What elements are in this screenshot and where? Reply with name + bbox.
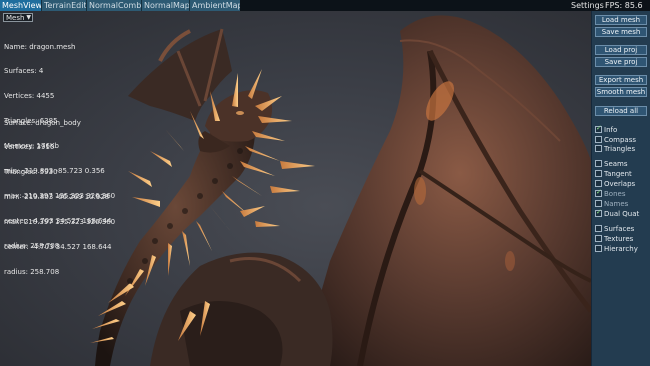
surface-info-line: Surface: dragon_body — [4, 118, 81, 127]
bones-checkbox[interactable]: ✓ Bones — [595, 187, 626, 199]
3d-viewport[interactable]: Mesh ▼ Name: dragon.mesh Surfaces: 4 Ver… — [0, 11, 591, 366]
checkbox-label: Triangles — [604, 145, 636, 153]
checkbox-label: Tangent — [604, 170, 632, 178]
surface-info-line: Vertices: 3910 — [4, 143, 55, 152]
checkbox-box: ✓ — [595, 123, 602, 133]
check-mark-icon: ✓ — [596, 123, 602, 132]
save-proj-button[interactable]: Save proj — [595, 57, 647, 67]
tab-meshviewer[interactable]: MeshViewer — [0, 0, 41, 11]
fps-readout: FPS: 85.6 — [605, 1, 643, 10]
tab-normalcombiner[interactable]: NormalCombiner — [86, 0, 141, 11]
load-proj-button[interactable]: Load proj — [595, 45, 647, 55]
checkbox-box — [595, 224, 602, 232]
surface-info-line: max: 210.397 135.323 326.360 — [4, 218, 116, 227]
mesh-dropdown-value: Mesh — [6, 14, 25, 22]
reload-all-button[interactable]: Reload all — [595, 106, 647, 116]
hierarchy-checkbox[interactable]: Hierarchy — [595, 244, 638, 254]
check-mark-icon: ✓ — [596, 187, 602, 196]
textures-checkbox[interactable]: Textures — [595, 234, 634, 244]
surface-info-line: center: -4.703 34.527 168.644 — [4, 243, 112, 252]
checkbox-box: ✓ — [595, 207, 602, 217]
tab-terraineditor[interactable]: TerrainEditor — [41, 0, 86, 11]
checkbox-box — [595, 234, 602, 242]
checkbox-label: Seams — [604, 160, 628, 168]
surfaces-checkbox[interactable]: Surfaces — [595, 224, 635, 234]
chevron-down-icon: ▼ — [26, 14, 31, 21]
top-tab-bar: MeshViewer TerrainEditor NormalCombiner … — [0, 0, 650, 11]
checkbox-box — [595, 169, 602, 177]
checkbox-box — [595, 144, 602, 152]
checkbox-box — [595, 135, 602, 143]
mesh-info-line: Vertices: 4455 — [4, 92, 55, 101]
checkbox-box: ✓ — [595, 187, 602, 197]
checkbox-label: Hierarchy — [604, 245, 638, 253]
tangent-checkbox[interactable]: Tangent — [595, 169, 632, 179]
checkbox-label: Dual Quat — [604, 210, 640, 218]
checkbox-label: Names — [604, 200, 629, 208]
checkbox-label: Compass — [604, 136, 637, 144]
mesh-info-line: Name: dragon.mesh — [4, 42, 76, 51]
right-control-panel: Load mesh Save mesh Load proj Save proj … — [591, 11, 650, 366]
mesh-info-line: Surfaces: 4 — [4, 67, 44, 76]
tab-normalmapper[interactable]: NormalMapper — [141, 0, 189, 11]
info-checkbox[interactable]: ✓ Info — [595, 123, 618, 135]
mesh-viewer-app: MeshViewer TerrainEditor NormalCombiner … — [0, 0, 650, 366]
checkbox-label: Info — [604, 126, 618, 134]
checkbox-label: Surfaces — [604, 225, 635, 233]
save-mesh-button[interactable]: Save mesh — [595, 27, 647, 37]
checkbox-label: Bones — [604, 190, 626, 198]
load-mesh-button[interactable]: Load mesh — [595, 15, 647, 25]
checkbox-label: Overlaps — [604, 180, 636, 188]
tab-ambientmapper[interactable]: AmbientMapper — [189, 0, 240, 11]
triangles-checkbox[interactable]: Triangles — [595, 144, 636, 154]
settings-link[interactable]: Settings — [571, 0, 604, 11]
export-mesh-button[interactable]: Export mesh — [595, 75, 647, 85]
checkbox-label: Textures — [604, 235, 634, 243]
smooth-mesh-button[interactable]: Smooth mesh — [595, 87, 647, 97]
checkbox-box — [595, 159, 602, 167]
surface-info-panel: Surface: dragon_body Vertices: 3910 Tria… — [4, 102, 115, 293]
checkbox-box — [595, 244, 602, 252]
surface-info-line: radius: 258.708 — [4, 267, 60, 276]
surface-info-line: Triangles: 5930 — [4, 168, 58, 177]
dual-quat-checkbox[interactable]: ✓ Dual Quat — [595, 207, 640, 219]
checkbox-box — [595, 199, 602, 207]
check-mark-icon: ✓ — [596, 207, 602, 216]
seams-checkbox[interactable]: Seams — [595, 159, 628, 169]
surface-info-line: min: -219.803 -66.269 10.928 — [4, 193, 110, 202]
checkbox-box — [595, 179, 602, 187]
mesh-dropdown[interactable]: Mesh ▼ — [3, 13, 33, 22]
